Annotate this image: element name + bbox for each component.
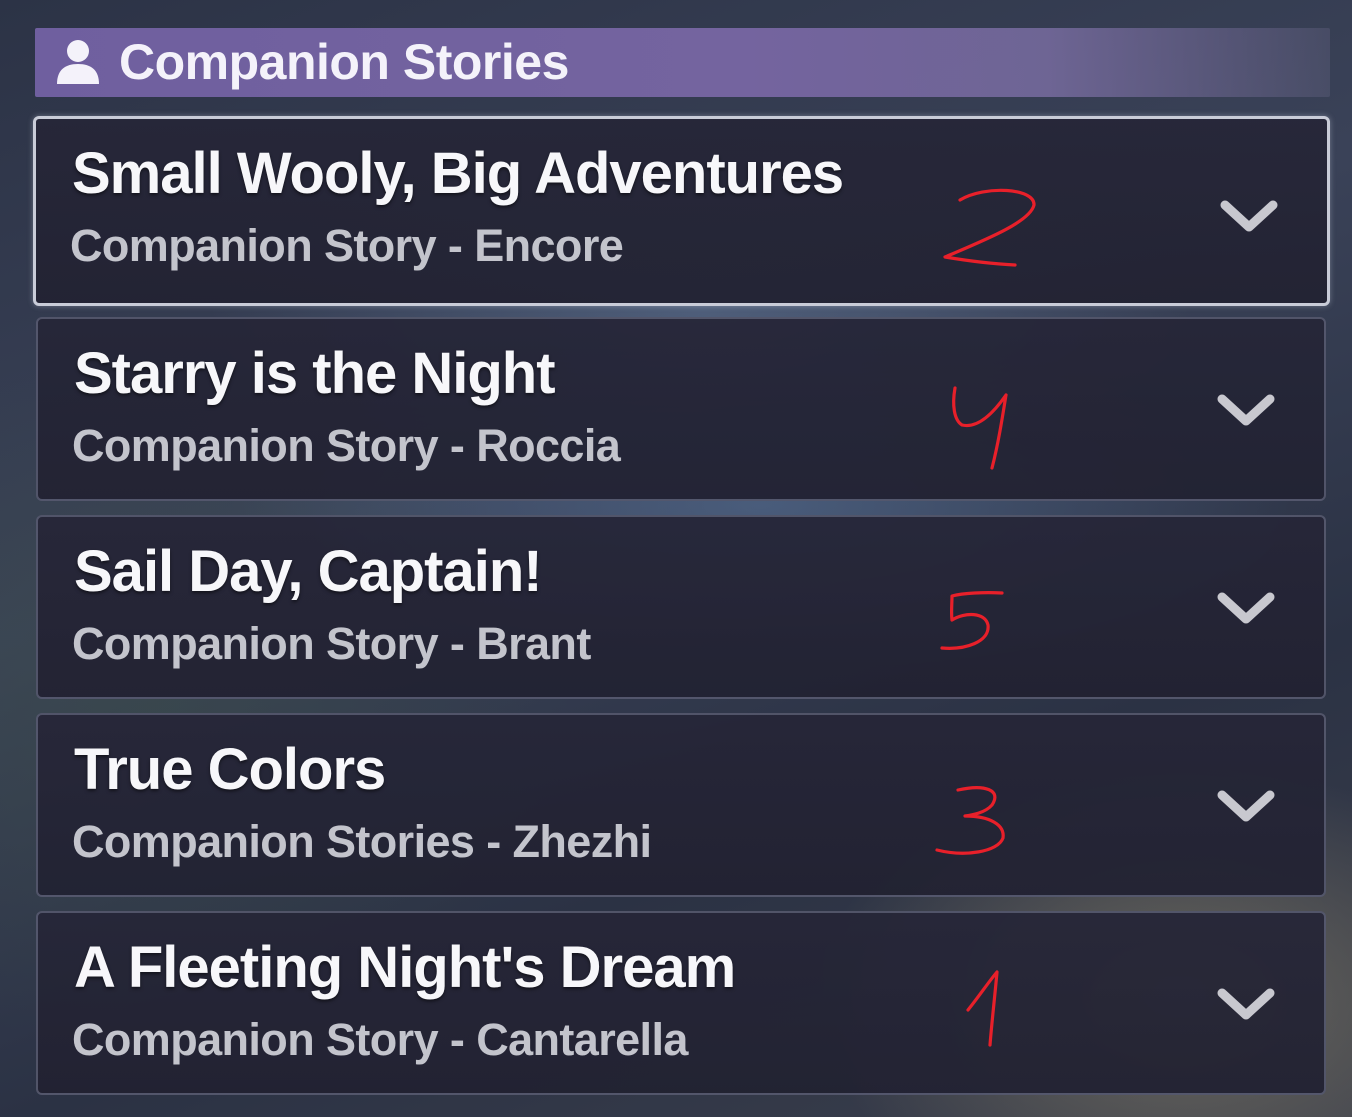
annotation-digit-2 (943, 188, 1036, 267)
handwritten-annotations (935, 188, 1036, 1047)
annotation-digit-4 (952, 386, 1008, 470)
annotation-digit-5 (940, 591, 1004, 650)
annotation-digit-3 (935, 786, 1005, 855)
annotation-digit-1 (966, 970, 999, 1047)
